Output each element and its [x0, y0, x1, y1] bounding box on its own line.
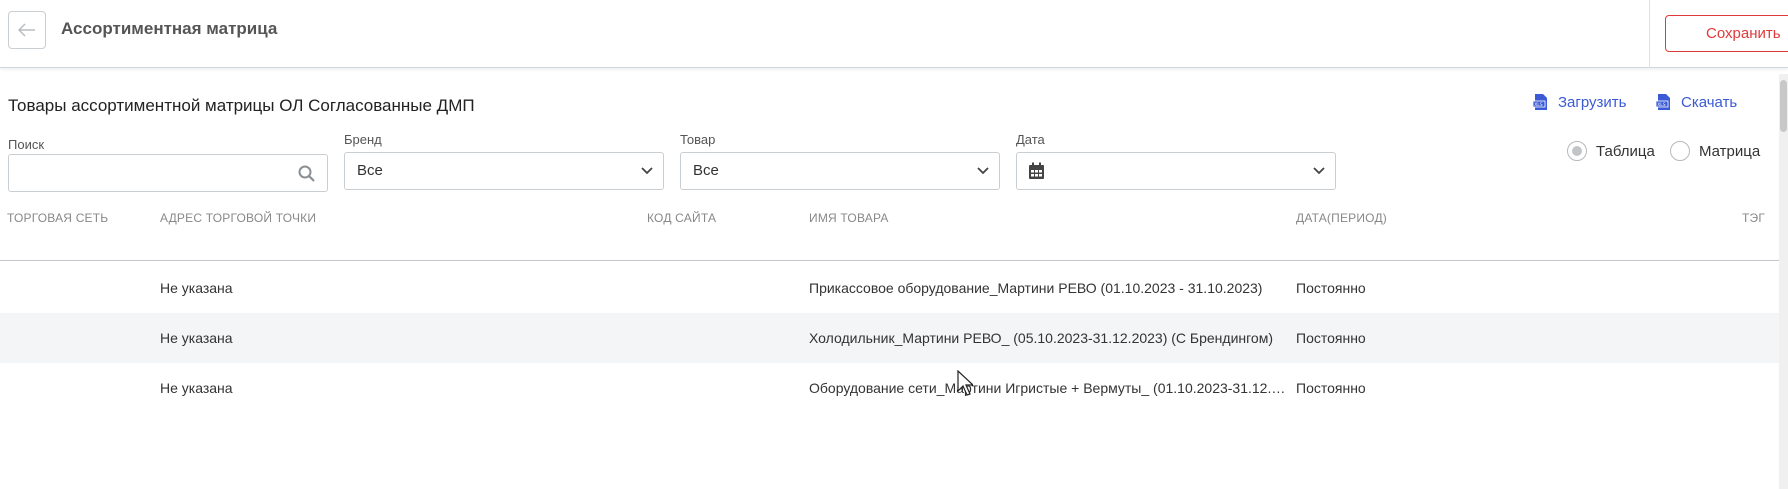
top-header: Ассортиментная матрица Сохранить	[0, 0, 1788, 68]
column-header-site-code[interactable]: КОД САЙТА	[647, 211, 716, 225]
product-label: Товар	[680, 132, 716, 147]
column-header-address[interactable]: АДРЕС ТОРГОВОЙ ТОЧКИ	[160, 211, 316, 225]
table-row[interactable]: Не указана Прикассовое оборудование_Март…	[0, 263, 1780, 313]
vertical-scrollbar[interactable]	[1779, 74, 1788, 489]
view-matrix-radio[interactable]: Матрица	[1670, 141, 1760, 161]
date-picker[interactable]	[1016, 152, 1336, 190]
upload-label: Загрузить	[1558, 93, 1627, 111]
cell-period: Постоянно	[1296, 380, 1366, 396]
product-select[interactable]: Все	[680, 152, 1000, 190]
arrow-left-icon	[18, 23, 35, 37]
cell-period: Постоянно	[1296, 280, 1366, 296]
cell-address: Не указана	[160, 380, 233, 396]
xls-file-icon: XLS	[1532, 94, 1547, 110]
column-header-product[interactable]: ИМЯ ТОВАРА	[809, 211, 889, 225]
chevron-down-icon	[641, 167, 653, 175]
column-header-period[interactable]: ДАТА(ПЕРИОД)	[1296, 211, 1387, 225]
main-content: Товары ассортиментной матрицы ОЛ Согласо…	[0, 74, 1788, 489]
cell-product: Оборудование сети_Мартини Игристые + Вер…	[809, 380, 1291, 396]
view-matrix-label: Матрица	[1699, 142, 1761, 160]
column-header-network[interactable]: ТОРГОВАЯ СЕТЬ	[7, 211, 108, 225]
xls-file-icon: XLS	[1655, 94, 1670, 110]
search-label: Поиск	[8, 137, 45, 152]
date-label: Дата	[1016, 132, 1045, 147]
section-title: Товары ассортиментной матрицы ОЛ Согласо…	[8, 96, 475, 115]
table-row[interactable]: Не указана Холодильник_Мартини РЕВО_ (05…	[0, 313, 1780, 363]
product-value: Все	[693, 162, 719, 179]
column-header-tag[interactable]: ТЭГ	[1742, 211, 1765, 225]
search-input[interactable]	[8, 154, 328, 192]
download-link[interactable]: XLS Скачать	[1655, 91, 1737, 113]
header-divider	[1649, 0, 1650, 68]
download-label: Скачать	[1681, 93, 1738, 111]
mouse-cursor-icon	[957, 370, 973, 396]
cell-address: Не указана	[160, 280, 233, 296]
svg-text:XLS: XLS	[1534, 102, 1543, 108]
upload-link[interactable]: XLS Загрузить	[1532, 91, 1627, 113]
svg-text:XLS: XLS	[1657, 102, 1666, 108]
chevron-down-icon	[1313, 167, 1325, 175]
brand-label: Бренд	[344, 132, 382, 147]
radio-selected-icon	[1567, 141, 1587, 161]
view-table-radio[interactable]: Таблица	[1567, 141, 1655, 161]
cell-period: Постоянно	[1296, 330, 1366, 346]
search-icon	[298, 165, 315, 182]
cell-product: Прикассовое оборудование_Мартини РЕВО (0…	[809, 280, 1263, 296]
view-table-label: Таблица	[1596, 142, 1655, 160]
save-button[interactable]: Сохранить	[1665, 15, 1788, 52]
table-header-divider	[0, 260, 1780, 261]
cell-product: Холодильник_Мартини РЕВО_ (05.10.2023-31…	[809, 330, 1274, 346]
page-title: Ассортиментная матрица	[61, 19, 278, 38]
chevron-down-icon	[977, 167, 989, 175]
calendar-icon	[1029, 162, 1044, 179]
scrollbar-thumb[interactable]	[1780, 80, 1787, 132]
back-button[interactable]	[8, 11, 46, 49]
radio-unselected-icon	[1670, 141, 1690, 161]
brand-value: Все	[357, 162, 383, 179]
table-row[interactable]: Не указана Оборудование сети_Мартини Игр…	[0, 363, 1780, 413]
brand-select[interactable]: Все	[344, 152, 664, 190]
cell-address: Не указана	[160, 330, 233, 346]
